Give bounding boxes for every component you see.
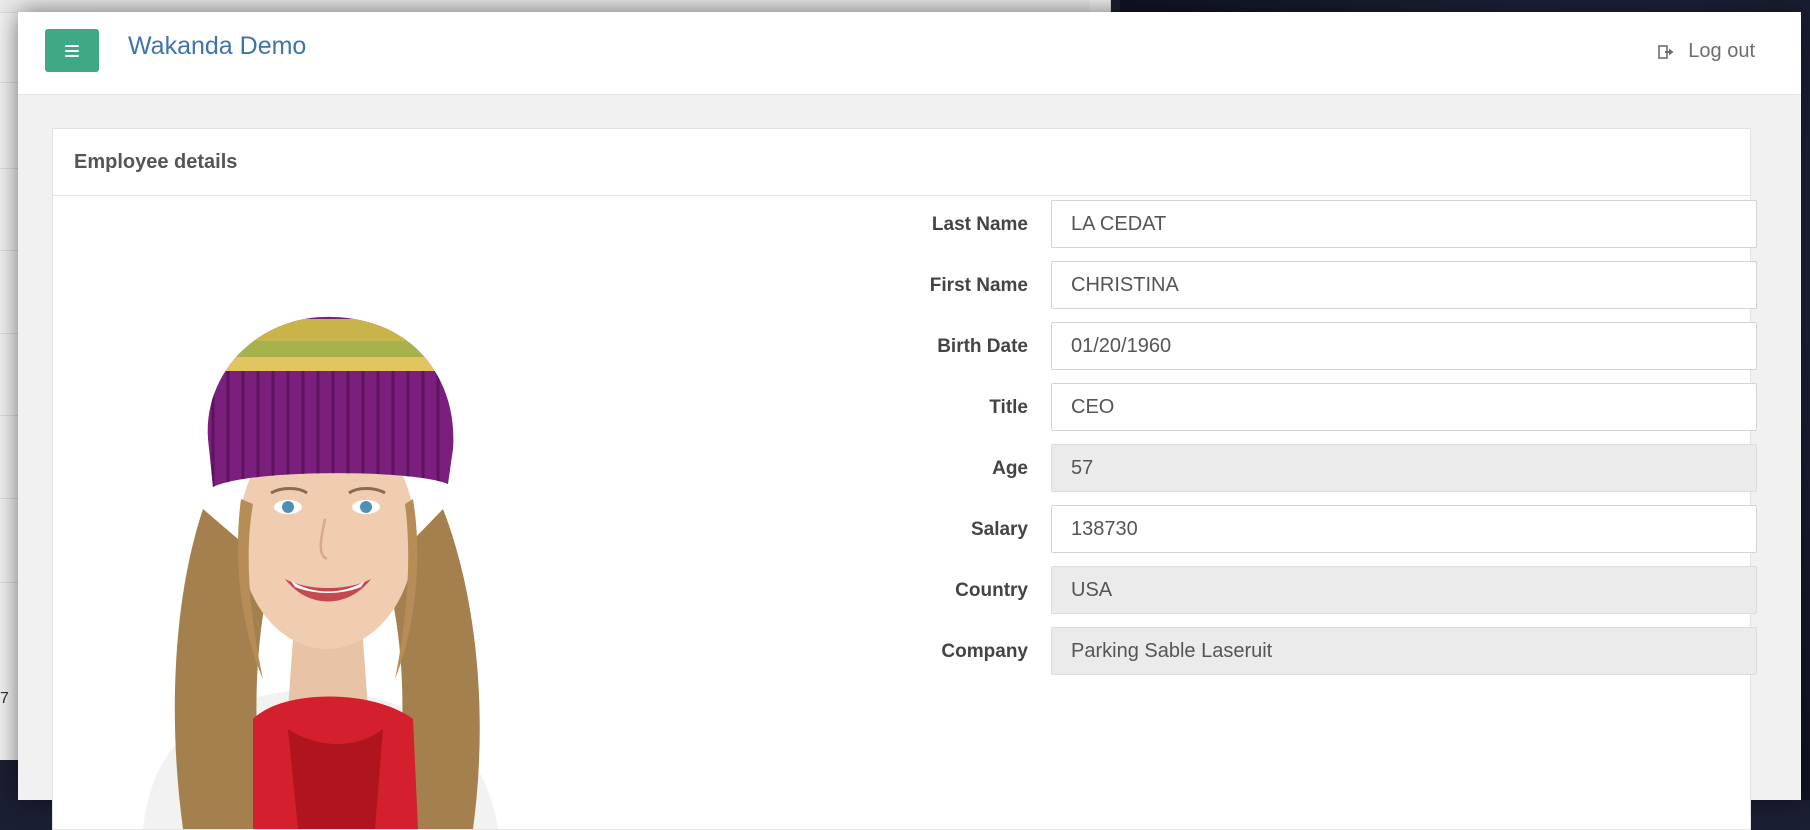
last-name-label: Last Name (931, 214, 1028, 235)
salary-input[interactable] (1051, 505, 1757, 553)
country-label: Country (955, 580, 1028, 601)
last-name-input[interactable] (1051, 200, 1757, 248)
company-label: Company (941, 641, 1028, 662)
form-row-title: Title (753, 383, 1757, 433)
form-row-birth-date: Birth Date (753, 322, 1757, 372)
first-name-label: First Name (929, 275, 1028, 296)
country-input[interactable] (1051, 566, 1757, 614)
hamburger-icon (65, 44, 79, 57)
company-input[interactable] (1051, 627, 1757, 675)
background-partial-number: 7 (0, 690, 9, 707)
salary-label: Salary (970, 519, 1028, 540)
app-window: Wakanda Demo Log out Employee details La… (18, 12, 1801, 830)
first-name-input[interactable] (1051, 261, 1757, 309)
form-row-first-name: First Name (753, 261, 1757, 311)
birth-date-input[interactable] (1051, 322, 1757, 370)
sign-out-icon (1658, 44, 1674, 59)
employee-photo (113, 309, 533, 829)
employee-details-panel: Employee details Last Name LA CEDAT Firs… (52, 128, 1757, 830)
menu-toggle-button[interactable] (45, 29, 99, 72)
age-input[interactable] (1051, 444, 1757, 492)
age-label: Age (992, 458, 1028, 479)
form-row-company: Company (753, 627, 1757, 677)
brand-link[interactable]: Wakanda Demo (128, 32, 306, 61)
logout-label: Log out (1688, 40, 1755, 62)
title-input[interactable] (1051, 383, 1757, 431)
form-row-age: Age (753, 444, 1757, 494)
form-row-salary: Salary (753, 505, 1757, 555)
navbar: Wakanda Demo Log out (18, 12, 1801, 95)
form-row-country: Country (753, 566, 1757, 616)
title-label: Title (989, 397, 1028, 418)
logout-button[interactable]: Log out (1658, 40, 1755, 63)
form-row-last-name: Last Name (753, 200, 1757, 250)
panel-title: Employee details (53, 129, 1750, 196)
birth-date-label: Birth Date (937, 336, 1028, 357)
